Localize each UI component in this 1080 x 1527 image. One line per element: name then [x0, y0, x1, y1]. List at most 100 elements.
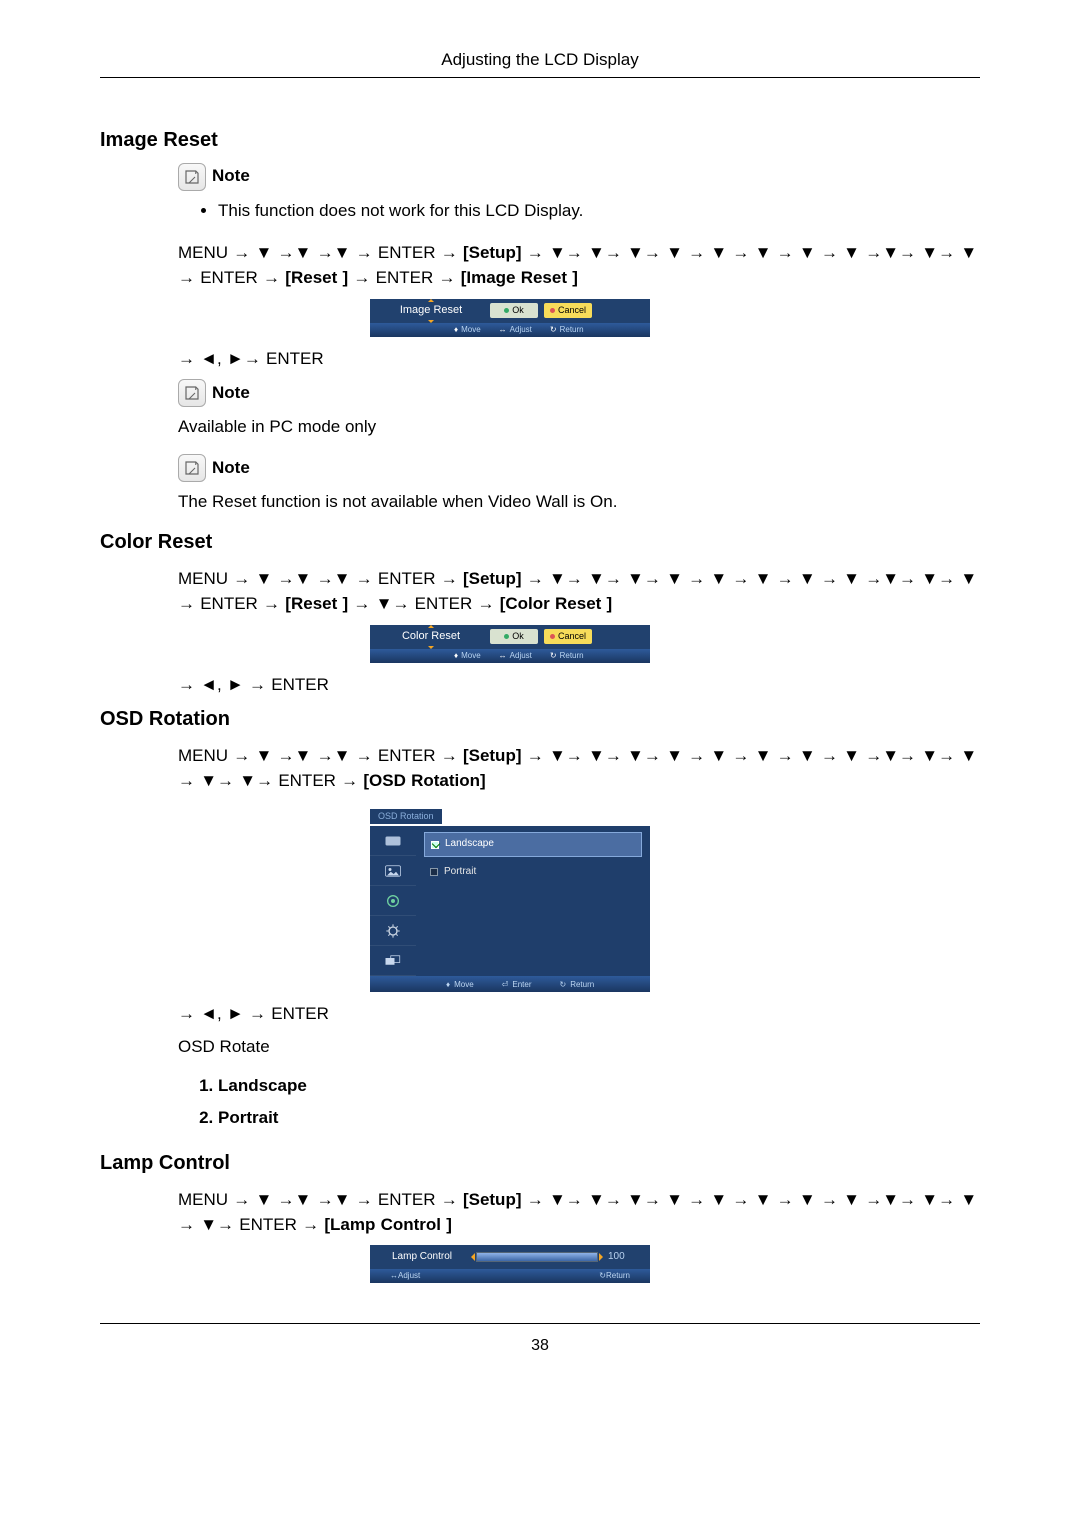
note-row: Note — [178, 454, 980, 482]
section-heading-osd-rotation: OSD Rotation — [100, 705, 980, 734]
return-icon: ↻ — [599, 1271, 606, 1280]
osd-dialog-color-reset: Color Reset Ok Cancel ♦Move ↔Adjust ↻Ret… — [370, 625, 650, 663]
footer-return: Return — [606, 1271, 630, 1280]
menu-icon-sound[interactable] — [370, 886, 416, 916]
note-row: Note — [178, 163, 980, 191]
path-target: [Color Reset ] — [500, 594, 612, 613]
adjust-icon: ↔ — [499, 324, 507, 336]
list-item-portrait: Portrait — [218, 1106, 980, 1131]
osd-option-portrait[interactable]: Portrait — [424, 861, 642, 884]
osd-menu-list: Landscape Portrait — [416, 826, 650, 976]
page-header-title: Adjusting the LCD Display — [100, 48, 980, 78]
note-icon — [178, 163, 206, 191]
txt: The Reset function is not available when — [178, 492, 488, 511]
path-setup: [Setup] — [463, 243, 522, 262]
section-heading-lamp-control: Lamp Control — [100, 1149, 980, 1178]
lamp-fill — [477, 1253, 597, 1261]
osd-lamp-footer: ↔Adjust ↻Return — [370, 1269, 650, 1283]
menu-icon-setup[interactable] — [370, 916, 416, 946]
move-icon: ♦ — [454, 324, 458, 336]
bullet-list: This function does not work for this LCD… — [178, 199, 980, 224]
note-label: Note — [212, 381, 250, 406]
path-target: [Image Reset ] — [461, 268, 578, 287]
footer-return: Return — [560, 324, 584, 336]
slider-left-icon — [471, 1253, 475, 1261]
path-setup: [Setup] — [463, 1190, 522, 1209]
menu-icon-input[interactable] — [370, 826, 416, 856]
list-item-landscape: Landscape — [218, 1074, 980, 1099]
after-dialog-text: → ◄, ►→ ENTER — [178, 347, 980, 372]
osd-dialog-title: Image Reset — [378, 299, 484, 323]
page-footer: 38 — [100, 1323, 980, 1357]
page: Adjusting the LCD Display Image Reset No… — [0, 0, 1080, 1397]
note-icon — [178, 454, 206, 482]
adjust-icon: ↔ — [390, 1271, 398, 1280]
section-heading-image-reset: Image Reset — [100, 126, 980, 155]
nav-path-image-reset: MENU → ▼ →▼ →▼ → ENTER → [Setup] → ▼→ ▼→… — [178, 241, 980, 290]
lamp-slider[interactable] — [476, 1252, 598, 1262]
note-icon — [178, 379, 206, 407]
osd-rotate-list: Landscape Portrait — [178, 1074, 980, 1131]
option-label: Portrait — [444, 865, 476, 880]
return-icon: ↻ — [550, 324, 557, 336]
path-text: → ▼→ ENTER → — [353, 594, 499, 613]
note-row: Note — [178, 379, 980, 407]
menu-icon-picture[interactable] — [370, 856, 416, 886]
osd-title-text: Image Reset — [400, 304, 462, 316]
section-osd-rotation-body: MENU → ▼ →▼ →▼ → ENTER → [Setup] → ▼→ ▼→… — [178, 744, 980, 1130]
path-text: MENU → ▼ →▼ →▼ → ENTER → — [178, 746, 463, 765]
osd-rotate-label: OSD Rotate — [178, 1035, 980, 1060]
path-text: → ENTER → — [353, 268, 460, 287]
option-label: Landscape — [445, 837, 494, 852]
enter-icon: ⏎ — [502, 979, 509, 991]
footer-adjust: Adjust — [510, 324, 532, 336]
path-setup: [Setup] — [463, 569, 522, 588]
osd-menu-rotation: OSD Rotation Landscape Portr — [370, 802, 650, 993]
path-target: [OSD Rotation] — [363, 771, 485, 790]
bullet-item: This function does not work for this LCD… — [218, 199, 980, 224]
path-text: MENU → ▼ →▼ →▼ → ENTER → — [178, 243, 463, 262]
footer-move: Move — [461, 324, 481, 336]
osd-cancel-button[interactable]: Cancel — [544, 303, 592, 318]
osd-cancel-label: Cancel — [558, 631, 586, 641]
section-lamp-control-body: MENU → ▼ →▼ →▼ → ENTER → [Setup] → ▼→ ▼→… — [178, 1188, 980, 1283]
nav-path-osd-rotation: MENU → ▼ →▼ →▼ → ENTER → [Setup] → ▼→ ▼→… — [178, 744, 980, 793]
osd-dialog-title: Color Reset — [378, 625, 484, 649]
video-wall-bold: Video Wall — [488, 492, 568, 511]
osd-cancel-button[interactable]: Cancel — [544, 629, 592, 644]
lamp-value: 100 — [608, 1250, 625, 1265]
note-text: The Reset function is not available when… — [178, 490, 980, 515]
nav-path-color-reset: MENU → ▼ →▼ →▼ → ENTER → [Setup] → ▼→ ▼→… — [178, 567, 980, 616]
osd-dialog-image-reset: Image Reset Ok Cancel ♦Move ↔Adjust ↻Ret… — [370, 299, 650, 337]
osd-menu-tab: OSD Rotation — [370, 809, 442, 824]
path-target: [Lamp Control ] — [324, 1215, 452, 1234]
section-color-reset-body: MENU → ▼ →▼ →▼ → ENTER → [Setup] → ▼→ ▼→… — [178, 567, 980, 697]
nav-path-lamp-control: MENU → ▼ →▼ →▼ → ENTER → [Setup] → ▼→ ▼→… — [178, 1188, 980, 1237]
after-dialog-text: → ◄, ► → ENTER — [178, 673, 980, 698]
osd-ok-button[interactable]: Ok — [490, 303, 538, 318]
osd-cancel-label: Cancel — [558, 305, 586, 315]
footer-return: Return — [570, 979, 594, 991]
osd-footer: ♦Move ↔Adjust ↻Return — [370, 649, 650, 663]
menu-icon-multi[interactable] — [370, 946, 416, 976]
footer-adjust: Adjust — [510, 650, 532, 662]
return-icon: ↻ — [559, 979, 566, 991]
footer-move: Move — [461, 650, 481, 662]
txt: . — [613, 492, 618, 511]
path-setup: [Setup] — [463, 746, 522, 765]
note-label: Note — [212, 456, 250, 481]
osd-menu-footer: ♦Move ⏎Enter ↻Return — [370, 976, 650, 992]
pc-bold: PC — [269, 417, 293, 436]
osd-dialog-main: Image Reset Ok Cancel — [370, 299, 650, 323]
osd-ok-button[interactable]: Ok — [490, 629, 538, 644]
osd-ok-label: Ok — [512, 305, 524, 315]
slider-right-icon — [599, 1253, 603, 1261]
on-bold: On — [590, 492, 613, 511]
osd-footer: ♦Move ↔Adjust ↻Return — [370, 323, 650, 337]
return-icon: ↻ — [550, 650, 557, 662]
osd-option-landscape[interactable]: Landscape — [424, 832, 642, 857]
footer-return: Return — [560, 650, 584, 662]
footer-adjust: Adjust — [398, 1271, 420, 1280]
osd-menu-body: Landscape Portrait — [370, 826, 650, 976]
footer-move: Move — [454, 979, 474, 991]
